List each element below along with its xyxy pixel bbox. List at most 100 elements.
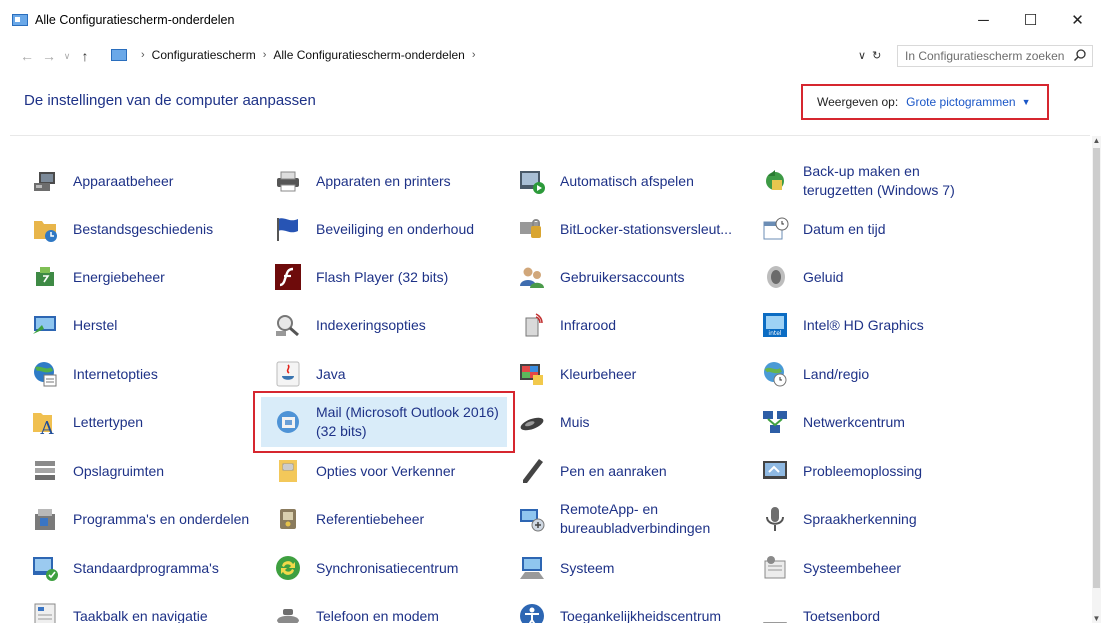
control-panel-item[interactable]: Energiebeheer <box>28 255 264 299</box>
chevron-right-icon[interactable]: › <box>263 49 267 61</box>
control-panel-item[interactable]: Java <box>271 352 507 396</box>
search-input[interactable]: In Configuratiescherm zoeken <box>897 45 1093 67</box>
control-panel-item[interactable]: BitLocker-stationsversleut... <box>515 207 751 251</box>
control-panel-item[interactable]: Systeembeheer <box>758 546 994 590</box>
users-icon <box>515 260 549 294</box>
control-panel-item[interactable]: Automatisch afspelen <box>515 159 751 203</box>
control-panel-item[interactable]: intel Intel® HD Graphics <box>758 303 994 347</box>
control-panel-item-label: Geluid <box>803 268 844 285</box>
chevron-right-icon[interactable]: › <box>141 49 145 61</box>
taskbar-icon <box>28 599 62 623</box>
refresh-icon[interactable]: ↻ <box>872 49 881 62</box>
control-panel-item[interactable]: Flash Player (32 bits) <box>271 255 507 299</box>
control-panel-item[interactable]: Probleemoplossing <box>758 449 994 493</box>
control-panel-item[interactable]: Synchronisatiecentrum <box>271 546 507 590</box>
control-panel-item[interactable]: Systeem <box>515 546 751 590</box>
control-panel-item-label: Indexeringsopties <box>316 316 426 333</box>
scroll-down-icon[interactable]: ▼ <box>1092 614 1101 623</box>
control-panel-item-label: Opslagruimten <box>73 462 165 479</box>
minimize-button[interactable]: ─ <box>960 0 1007 40</box>
power-icon <box>28 260 62 294</box>
chevron-right-icon[interactable]: › <box>472 49 476 61</box>
control-panel-item[interactable]: Telefoon en modem <box>271 594 507 623</box>
file-history-icon <box>28 212 62 246</box>
control-panel-item[interactable]: RemoteApp- en bureaubladverbindingen <box>515 497 751 541</box>
control-panel-item[interactable]: Apparaatbeheer <box>28 159 264 203</box>
search-icon[interactable] <box>1073 48 1087 62</box>
control-panel-item[interactable]: Gebruikersaccounts <box>515 255 751 299</box>
flash-icon <box>271 260 305 294</box>
title-bar: Alle Configuratiescherm-onderdelen ─ ☐ ✕ <box>0 0 1101 40</box>
breadcrumb-item[interactable]: Configuratiescherm <box>152 48 256 62</box>
control-panel-item[interactable]: Datum en tijd <box>758 207 994 251</box>
recent-dropdown-icon[interactable]: ∨ <box>60 51 74 62</box>
keyboard-icon <box>758 599 792 623</box>
globe-clock-icon <box>758 357 792 391</box>
control-panel-item[interactable]: Spraakherkenning <box>758 497 994 541</box>
up-arrow-icon[interactable]: ↑ <box>74 48 96 64</box>
scroll-up-icon[interactable]: ▲ <box>1092 136 1101 145</box>
breadcrumb[interactable]: › Configuratiescherm › Alle Configuratie… <box>103 44 894 66</box>
control-panel-item[interactable]: Opties voor Verkenner <box>271 449 507 493</box>
control-panel-item[interactable]: Internetopties <box>28 352 264 396</box>
caret-down-icon[interactable]: ▼ <box>1022 97 1031 107</box>
address-tools: ∨ ↻ <box>858 44 881 66</box>
infrared-icon <box>515 308 549 342</box>
control-panel-item-label: Back-up maken en terugzetten (Windows 7) <box>803 163 955 198</box>
control-panel-item[interactable]: Toetsenbord <box>758 594 994 623</box>
troubleshoot-icon <box>758 454 792 488</box>
control-panel-item-label: BitLocker-stationsversleut... <box>560 220 732 237</box>
control-panel-item[interactable]: Programma's en onderdelen <box>28 497 264 541</box>
control-panel-item[interactable]: Apparaten en printers <box>271 159 507 203</box>
maximize-button[interactable]: ☐ <box>1007 0 1054 40</box>
default-programs-icon <box>28 551 62 585</box>
control-panel-item-label: Internetopties <box>73 365 158 382</box>
system-icon <box>515 551 549 585</box>
window-title: Alle Configuratiescherm-onderdelen <box>35 13 235 27</box>
address-dropdown-icon[interactable]: ∨ <box>858 49 866 62</box>
close-button[interactable]: ✕ <box>1054 0 1101 40</box>
control-panel-item[interactable]: Opslagruimten <box>28 449 264 493</box>
control-panel-item-label: Telefoon en modem <box>316 607 439 623</box>
control-panel-item[interactable]: Beveiliging en onderhoud <box>271 207 507 251</box>
control-panel-item-label: Standaardprogramma's <box>73 559 219 576</box>
control-panel-item[interactable]: Geluid <box>758 255 994 299</box>
control-panel-item[interactable]: A Lettertypen <box>28 400 264 444</box>
recovery-icon <box>28 308 62 342</box>
vertical-scrollbar[interactable]: ▲ ▼ <box>1092 136 1101 623</box>
control-panel-item-label: Land/regio <box>803 365 870 382</box>
device-manager-icon <box>28 164 62 198</box>
storage-icon <box>28 454 62 488</box>
control-panel-item[interactable]: Standaardprogramma's <box>28 546 264 590</box>
control-panel-item[interactable]: Taakbalk en navigatie <box>28 594 264 623</box>
printer-icon <box>271 164 305 198</box>
control-panel-item[interactable]: Netwerkcentrum <box>758 400 994 444</box>
breadcrumb-item[interactable]: Alle Configuratiescherm-onderdelen <box>273 48 464 62</box>
control-panel-item-label: Intel® HD Graphics <box>803 316 924 333</box>
control-panel-item[interactable]: Kleurbeheer <box>515 352 751 396</box>
control-panel-small-icon <box>111 49 127 61</box>
control-panel-item[interactable]: Referentiebeheer <box>271 497 507 541</box>
control-panel-item[interactable]: Pen en aanraken <box>515 449 751 493</box>
control-panel-item[interactable]: Back-up maken en terugzetten (Windows 7) <box>758 159 994 203</box>
control-panel-item[interactable]: Muis <box>515 400 751 444</box>
control-panel-item-label: Probleemoplossing <box>803 462 923 479</box>
control-panel-item[interactable]: Indexeringsopties <box>271 303 507 347</box>
phone-icon <box>271 599 305 623</box>
control-panel-item[interactable]: Herstel <box>28 303 264 347</box>
control-panel-item[interactable]: Bestandsgeschiedenis <box>28 207 264 251</box>
back-arrow-icon[interactable]: ← <box>16 48 38 64</box>
mouse-icon <box>515 405 549 439</box>
control-panel-item[interactable]: Land/regio <box>758 352 994 396</box>
bitlocker-icon <box>515 212 549 246</box>
address-bar: ← → ∨ ↑ › Configuratiescherm › Alle Conf… <box>0 40 1101 72</box>
control-panel-item-label: RemoteApp- en bureaubladverbindingen <box>560 501 711 536</box>
control-panel-item-label: Apparaten en printers <box>316 172 451 189</box>
view-by-dropdown[interactable]: Grote pictogrammen <box>906 95 1015 109</box>
forward-arrow-icon[interactable]: → <box>38 48 60 64</box>
scroll-thumb[interactable] <box>1093 148 1100 588</box>
fonts-icon: A <box>28 405 62 439</box>
intel-graphics-icon: intel <box>758 308 792 342</box>
control-panel-item[interactable]: Toegankelijkheidscentrum <box>515 594 751 623</box>
control-panel-item[interactable]: Infrarood <box>515 303 751 347</box>
